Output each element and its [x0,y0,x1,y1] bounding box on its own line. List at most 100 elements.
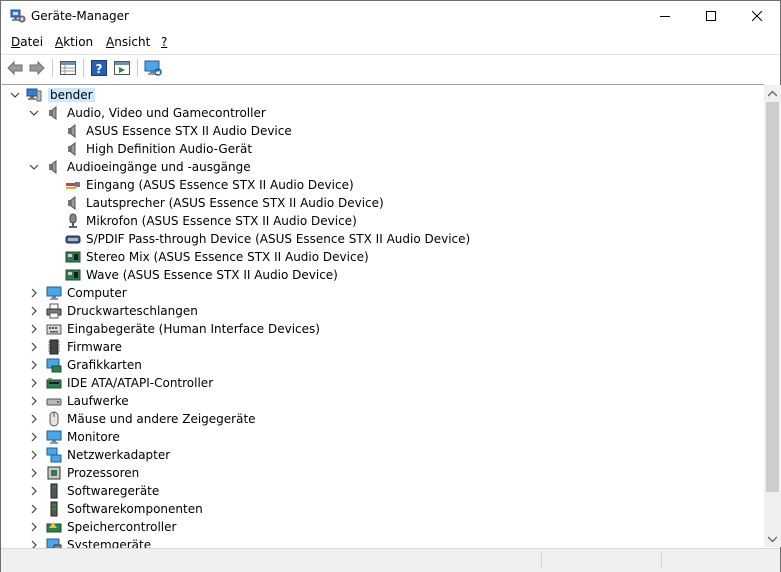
tree-category-graphics[interactable]: Grafikkarten [2,356,762,374]
menu-bar: Datei Aktion Ansicht ? [1,32,780,54]
expand-chevron-icon[interactable] [28,305,40,317]
device-manager-window: Geräte-Manager Datei Aktion Ansicht ? ? … [0,0,781,572]
tree-device-spdif[interactable]: S/PDIF Pass-through Device (ASUS Essence… [2,230,762,248]
status-bar [1,548,780,572]
tree-item-label: Firmware [67,340,122,354]
computer-icon [26,88,42,102]
scroll-down-button[interactable] [764,530,781,547]
expand-chevron-icon[interactable] [28,341,40,353]
tree-item-label: Druckwarteschlangen [67,304,198,318]
svg-text:?: ? [96,62,103,76]
monitor-icon [144,60,162,76]
expand-chevron-icon[interactable] [28,521,40,533]
tree-category-storage-controllers[interactable]: Speichercontroller [2,518,762,536]
menu-aktion[interactable]: Aktion [55,35,93,49]
vertical-scrollbar[interactable] [764,85,781,547]
tree-device-hd-audio[interactable]: High Definition Audio-Gerät [2,140,762,158]
collapse-chevron-icon[interactable] [28,107,40,119]
expand-chevron-icon[interactable] [28,503,40,515]
tree-item-label: Speichercontroller [67,520,177,534]
menu-datei-accel: D [11,35,21,49]
tree-item-label: Netzwerkadapter [67,448,171,462]
tree-category-computer[interactable]: Computer [2,284,762,302]
status-panel-divider [541,552,543,568]
expand-chevron-icon[interactable] [28,323,40,335]
menu-ansicht-accel: A [106,35,115,49]
maximize-button[interactable] [688,1,734,31]
menu-ansicht[interactable]: Ansicht [106,35,150,49]
chip-icon [48,339,60,355]
tree-device-asus-essence[interactable]: ASUS Essence STX II Audio Device [2,122,762,140]
tree-category-software-devices[interactable]: Softwaregeräte [2,482,762,500]
scroll-thumb[interactable] [766,102,779,492]
tree-device-eingang[interactable]: Eingang (ASUS Essence STX II Audio Devic… [2,176,762,194]
toolbar-separator [137,59,138,77]
tree-root-bender[interactable]: bender [2,86,762,104]
expand-chevron-icon[interactable] [28,287,40,299]
expand-chevron-icon[interactable] [28,431,40,443]
tree-category-system-devices[interactable]: Systemgeräte [2,536,762,548]
tree-device-lautsprecher[interactable]: Lautsprecher (ASUS Essence STX II Audio … [2,194,762,212]
tree-item-label: Grafikkarten [67,358,142,372]
tree-category-mice[interactable]: Mäuse und andere Zeigegeräte [2,410,762,428]
tree-item-label: Audioeingänge und -ausgänge [67,160,251,174]
expand-chevron-icon[interactable] [28,449,40,461]
scan-hardware-button[interactable] [142,58,164,78]
device-manager-app-icon [10,9,26,23]
back-icon [7,61,23,75]
tree-category-network[interactable]: Netzwerkadapter [2,446,762,464]
toolbar-separator [52,59,53,77]
scroll-up-button[interactable] [764,85,781,102]
speaker-icon [49,106,57,120]
maximize-icon [706,11,716,21]
run-view-button[interactable] [111,58,133,78]
tree-item-label: IDE ATA/ATAPI-Controller [67,376,214,390]
tree-category-audio-io[interactable]: Audioeingänge und -ausgänge [2,158,762,176]
menu-help[interactable]: ? [161,35,167,49]
tree-device-stereo-mix[interactable]: Stereo Mix (ASUS Essence STX II Audio De… [2,248,762,266]
tree-item-label: Mikrofon (ASUS Essence STX II Audio Devi… [86,214,357,228]
tree-category-hid[interactable]: Eingabegeräte (Human Interface Devices) [2,320,762,338]
tree-category-monitors[interactable]: Monitore [2,428,762,446]
tree-category-audio-video[interactable]: Audio, Video und Gamecontroller [2,104,762,122]
menu-datei[interactable]: Datei [11,35,43,49]
tree-device-mikrofon[interactable]: Mikrofon (ASUS Essence STX II Audio Devi… [2,212,762,230]
tree-category-ide[interactable]: IDE ATA/ATAPI-Controller [2,374,762,392]
expand-chevron-icon[interactable] [28,413,40,425]
system-device-icon [46,538,62,548]
expand-chevron-icon[interactable] [28,377,40,389]
tree-device-wave[interactable]: Wave (ASUS Essence STX II Audio Device) [2,266,762,284]
expand-chevron-icon[interactable] [28,395,40,407]
tree-category-processors[interactable]: Prozessoren [2,464,762,482]
tree-category-drives[interactable]: Laufwerke [2,392,762,410]
tree-category-firmware[interactable]: Firmware [2,338,762,356]
cable-icon [66,182,80,189]
monitor-icon [46,430,62,444]
tree-item-label: High Definition Audio-Gerät [86,142,253,156]
expand-chevron-icon[interactable] [28,539,40,548]
expand-chevron-icon[interactable] [28,359,40,371]
expand-chevron-icon[interactable] [28,467,40,479]
tree-category-software-components[interactable]: Softwarekomponenten [2,500,762,518]
status-panel-divider [661,552,663,568]
monitor-icon [46,286,62,300]
tree-category-print-queues[interactable]: Druckwarteschlangen [2,302,762,320]
expand-chevron-icon[interactable] [28,485,40,497]
tree-item-label: Prozessoren [67,466,140,480]
tree-item-label: Audio, Video und Gamecontroller [67,106,266,120]
properties-view-button[interactable] [57,58,79,78]
title-bar[interactable]: Geräte-Manager [1,1,780,31]
processor-icon [47,466,61,480]
device-tree[interactable]: bender Audio, Video und Gamecontroller A… [2,84,764,548]
back-button[interactable] [4,58,26,78]
display-adapter-icon [46,358,62,373]
tree-item-label: Softwaregeräte [67,484,160,498]
collapse-chevron-icon[interactable] [9,89,21,101]
minimize-button[interactable] [642,1,688,31]
close-button[interactable] [734,1,780,31]
chevron-up-icon [768,90,777,96]
printer-icon [46,303,62,319]
collapse-chevron-icon[interactable] [28,161,40,173]
forward-button[interactable] [26,58,48,78]
help-button[interactable]: ? [88,58,110,78]
